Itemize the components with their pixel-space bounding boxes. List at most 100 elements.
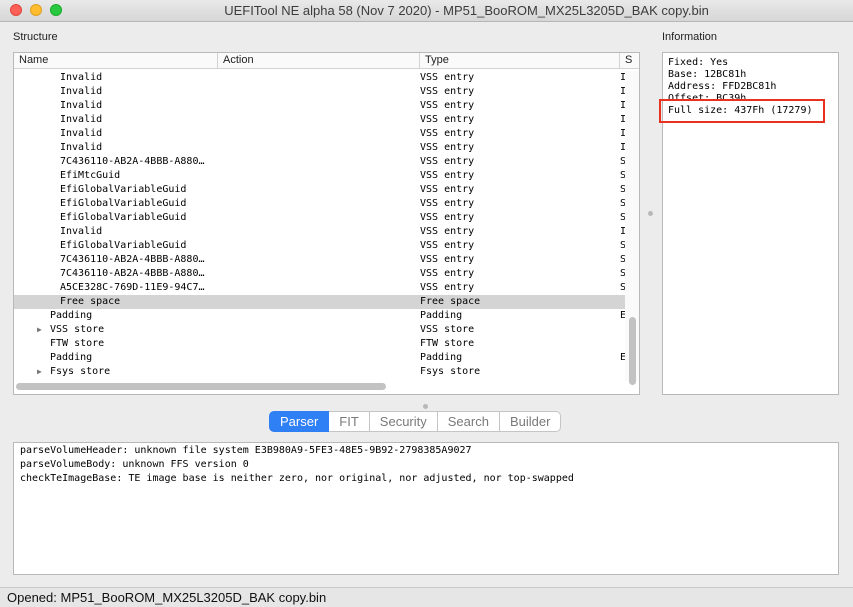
table-row[interactable]: Invalid VSS entry I xyxy=(14,113,626,127)
tree-cell-type: VSS entry xyxy=(420,198,475,209)
table-row[interactable]: Free space Free space xyxy=(14,295,626,309)
tree-cell-name: EfiGlobalVariableGuid xyxy=(60,184,187,195)
table-row[interactable]: Padding Padding E xyxy=(14,309,626,323)
tree-header: Name Action Type S xyxy=(14,53,639,69)
parser-messages[interactable]: parseVolumeHeader: unknown file system E… xyxy=(13,442,839,575)
title-bar: UEFITool NE alpha 58 (Nov 7 2020) - MP51… xyxy=(0,0,853,22)
tree-cell-name: Invalid xyxy=(60,226,103,237)
table-row[interactable]: ▶ VSS store VSS store xyxy=(14,323,626,337)
info-fixed: Fixed: Yes xyxy=(668,57,729,68)
table-row[interactable]: EfiGlobalVariableGuid VSS entry S xyxy=(14,183,626,197)
tree-cell-name: Invalid xyxy=(60,100,103,111)
tree-cell-name: Padding xyxy=(50,352,93,363)
tree-cell-name: Padding xyxy=(50,310,93,321)
table-row[interactable]: A5CE328C-769D-11E9-94C7… VSS entry S xyxy=(14,281,626,295)
tree-cell-name: EfiGlobalVariableGuid xyxy=(60,212,187,223)
info-base: Base: 12BC81h xyxy=(668,69,747,80)
tree-cell-name: 7C436110-AB2A-4BBB-A880… xyxy=(60,254,205,265)
tab-builder[interactable]: Builder xyxy=(499,411,562,432)
tree-cell-name: Invalid xyxy=(60,72,103,83)
tree-cell-name: VSS store xyxy=(50,324,105,335)
table-row[interactable]: Invalid VSS entry I xyxy=(14,99,626,113)
table-row[interactable]: Invalid VSS entry I xyxy=(14,71,626,85)
tree-cell-type: VSS store xyxy=(420,324,475,335)
tree-cell-type: VSS entry xyxy=(420,240,475,251)
tree-cell-type: VSS entry xyxy=(420,156,475,167)
tree-cell-type: VSS entry xyxy=(420,282,475,293)
table-row[interactable]: EfiGlobalVariableGuid VSS entry S xyxy=(14,211,626,225)
close-window-button[interactable] xyxy=(10,4,22,16)
status-bar: Opened: MP51_BooROM_MX25L3205D_BAK copy.… xyxy=(0,587,853,607)
table-row[interactable]: EfiGlobalVariableGuid VSS entry S xyxy=(14,239,626,253)
minimize-window-button[interactable] xyxy=(30,4,42,16)
full-size-highlight xyxy=(659,99,825,123)
vertical-scroll-thumb[interactable] xyxy=(629,317,636,385)
table-row[interactable]: EfiGlobalVariableGuid VSS entry S xyxy=(14,197,626,211)
tree-cell-name: 7C436110-AB2A-4BBB-A880… xyxy=(60,156,205,167)
table-row[interactable]: 7C436110-AB2A-4BBB-A880… VSS entry S xyxy=(14,267,626,281)
tab-search[interactable]: Search xyxy=(437,411,500,432)
tree-cell-name: A5CE328C-769D-11E9-94C7… xyxy=(60,282,205,293)
table-row[interactable]: Invalid VSS entry I xyxy=(14,225,626,239)
table-row[interactable]: ▶ Fsys store Fsys store xyxy=(14,365,626,379)
tree-cell-type: VSS entry xyxy=(420,128,475,139)
table-row[interactable]: FTW store FTW store xyxy=(14,337,626,351)
expand-arrow-icon[interactable]: ▶ xyxy=(37,323,42,337)
tree-cell-name: FTW store xyxy=(50,338,105,349)
tab-parser[interactable]: Parser xyxy=(269,411,330,432)
tab-security[interactable]: Security xyxy=(369,411,438,432)
tree-cell-type: Free space xyxy=(420,296,481,307)
table-row[interactable]: 7C436110-AB2A-4BBB-A880… VSS entry S xyxy=(14,155,626,169)
tree-cell-type: Fsys store xyxy=(420,366,481,377)
table-row[interactable]: Padding Padding E xyxy=(14,351,626,365)
tree-cell-name: Invalid xyxy=(60,142,103,153)
information-label: Information xyxy=(662,31,718,43)
tree-body: Invalid VSS entry I Invalid VSS entry I Invali… xyxy=(14,71,626,381)
window-title: UEFITool NE alpha 58 (Nov 7 2020) - MP51… xyxy=(224,3,709,18)
tree-cell-name: EfiGlobalVariableGuid xyxy=(60,198,187,209)
table-row[interactable]: Invalid VSS entry I xyxy=(14,85,626,99)
log-message[interactable]: parseVolumeHeader: unknown file system E… xyxy=(20,444,472,458)
structure-label: Structure xyxy=(13,31,58,43)
tree-cell-type: VSS entry xyxy=(420,72,475,83)
tree-cell-type: VSS entry xyxy=(420,114,475,125)
tree-cell-name: EfiMtcGuid xyxy=(60,170,121,181)
tree-cell-type: Padding xyxy=(420,352,463,363)
column-header-action[interactable]: Action xyxy=(218,53,420,69)
message-tabs: Parser FIT Security Search Builder xyxy=(269,411,562,432)
column-header-subtype[interactable]: S xyxy=(620,53,640,69)
horizontal-splitter-handle[interactable] xyxy=(423,404,428,409)
tree-cell-type: VSS entry xyxy=(420,170,475,181)
log-message[interactable]: parseVolumeBody: unknown FFS version 0 xyxy=(20,458,249,472)
vertical-scrollbar[interactable] xyxy=(625,71,639,385)
tree-cell-name: 7C436110-AB2A-4BBB-A880… xyxy=(60,268,205,279)
column-header-name[interactable]: Name xyxy=(14,53,218,69)
table-row[interactable]: Invalid VSS entry I xyxy=(14,141,626,155)
column-header-type[interactable]: Type xyxy=(420,53,620,69)
maximize-window-button[interactable] xyxy=(50,4,62,16)
tree-cell-type: VSS entry xyxy=(420,254,475,265)
tree-cell-name: Invalid xyxy=(60,114,103,125)
log-message[interactable]: checkTeImageBase: TE image base is neith… xyxy=(20,472,574,486)
tree-cell-type: VSS entry xyxy=(420,184,475,195)
tree-cell-type: VSS entry xyxy=(420,268,475,279)
vertical-splitter-handle[interactable] xyxy=(648,211,653,216)
tree-cell-type: VSS entry xyxy=(420,142,475,153)
info-address: Address: FFD2BC81h xyxy=(668,81,777,92)
table-row[interactable]: 7C436110-AB2A-4BBB-A880… VSS entry S xyxy=(14,253,626,267)
horizontal-scroll-thumb[interactable] xyxy=(16,383,386,390)
tree-cell-type: VSS entry xyxy=(420,100,475,111)
tree-cell-name: Invalid xyxy=(60,86,103,97)
tree-cell-type: VSS entry xyxy=(420,86,475,97)
tree-cell-type: VSS entry xyxy=(420,226,475,237)
structure-tree[interactable]: Name Action Type S Invalid VSS entry I Inva… xyxy=(13,52,640,395)
table-row[interactable]: Invalid VSS entry I xyxy=(14,127,626,141)
expand-arrow-icon[interactable]: ▶ xyxy=(37,365,42,379)
tree-cell-name: EfiGlobalVariableGuid xyxy=(60,240,187,251)
tree-cell-type: VSS entry xyxy=(420,212,475,223)
tree-cell-name: Fsys store xyxy=(50,366,111,377)
tab-fit[interactable]: FIT xyxy=(329,411,370,432)
table-row[interactable]: EfiMtcGuid VSS entry S xyxy=(14,169,626,183)
tree-cell-type: FTW store xyxy=(420,338,475,349)
tree-cell-type: Padding xyxy=(420,310,463,321)
